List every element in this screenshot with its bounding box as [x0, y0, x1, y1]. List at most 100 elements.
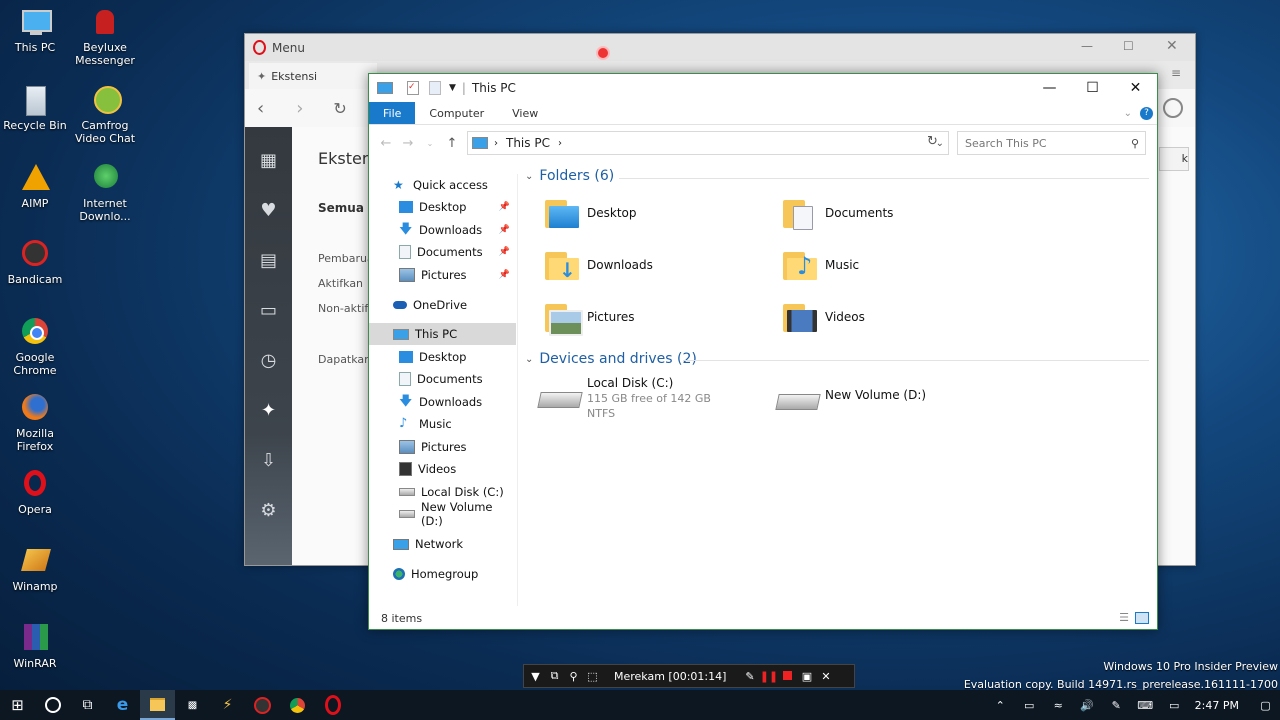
stop-icon[interactable] [778, 670, 797, 683]
desktop-icon-beyluxe[interactable]: Beyluxe Messenger [70, 6, 140, 67]
opera-tab-menu-icon[interactable]: ≡ [1171, 66, 1181, 80]
pin-icon[interactable]: 📌 [499, 270, 510, 280]
desktop-icon-this-pc[interactable]: This PC [0, 6, 70, 54]
folders-group-header[interactable]: ⌄ Folders (6) [525, 168, 614, 184]
pencil-icon[interactable]: ✎ [740, 670, 759, 683]
opera-filter-updates[interactable]: Pembarua [318, 252, 374, 265]
downloads-icon[interactable]: ⇩ [245, 435, 292, 485]
pause-icon[interactable]: ❚❚ [759, 670, 778, 683]
folder-music[interactable]: ♪ Music [783, 248, 859, 282]
pin-icon[interactable]: 📌 [499, 247, 510, 257]
nav-pc-downloads[interactable]: 🡇 Downloads [369, 391, 516, 413]
opera-maximize-button[interactable]: ☐ [1123, 39, 1134, 53]
devices-icon[interactable]: ▭ [245, 285, 292, 335]
desktop-icon-winamp[interactable]: Winamp [0, 545, 70, 593]
cortana-search-icon[interactable] [35, 690, 70, 720]
pen-workspace-icon[interactable]: ✎ [1102, 699, 1131, 712]
history-icon[interactable]: ◷ [245, 335, 292, 385]
nav-qa-pictures[interactable]: Pictures 📌 [369, 264, 516, 286]
collapse-chevron-icon[interactable]: ⌄ [525, 171, 533, 182]
nav-qa-downloads[interactable]: 🡇 Downloads 📌 [369, 219, 516, 241]
opera-close-button[interactable]: ✕ [1166, 38, 1178, 54]
folder-desktop[interactable]: Desktop [545, 196, 637, 230]
details-view-icon[interactable]: ☰ [1119, 611, 1129, 624]
new-folder-quick-icon[interactable] [429, 81, 441, 95]
back-arrow-icon[interactable]: ← [375, 136, 397, 151]
folder-downloads[interactable]: ↓ Downloads [545, 248, 653, 282]
drive-new-volume-d[interactable]: New Volume (D:) [775, 388, 926, 412]
opera-filter-enabled[interactable]: Aktifkan [318, 277, 363, 290]
forward-arrow-icon[interactable]: → [397, 136, 419, 151]
clock-time[interactable]: 2:47 PM [1195, 699, 1239, 712]
news-icon[interactable]: ▤ [245, 235, 292, 285]
recorder-region-icon[interactable]: ⬚ [583, 670, 602, 683]
wifi-icon[interactable]: ≈ [1044, 699, 1073, 712]
nav-qa-documents[interactable]: Documents 📌 [369, 241, 516, 263]
file-explorer-taskbar-icon[interactable] [140, 690, 175, 720]
nav-pc-pictures[interactable]: Pictures [369, 436, 516, 458]
opera-filter-disabled[interactable]: Non-aktif [318, 302, 368, 315]
account-icon[interactable] [1163, 98, 1183, 118]
opera-minimize-button[interactable]: — [1081, 39, 1093, 53]
desktop-icon-bandicam[interactable]: Bandicam [0, 238, 70, 286]
drives-group-header[interactable]: ⌄ Devices and drives (2) [525, 351, 697, 367]
pin-icon[interactable]: 📌 [499, 225, 510, 235]
maximize-button[interactable]: ☐ [1071, 74, 1114, 102]
desktop-icon-opera[interactable]: Opera [0, 468, 70, 516]
reload-icon[interactable]: ↻ [333, 99, 346, 118]
recent-locations-icon[interactable]: ⌄ [419, 139, 441, 148]
nav-pc-documents[interactable]: Documents [369, 368, 516, 390]
bandicam-taskbar-icon[interactable] [245, 690, 280, 720]
opera-side-button[interactable]: k [1159, 147, 1189, 171]
pin-icon[interactable]: 📌 [499, 202, 510, 212]
nav-quick-access[interactable]: ★ Quick access [369, 174, 516, 196]
opera-taskbar-icon[interactable] [315, 690, 350, 720]
edge-icon[interactable]: e [105, 690, 140, 720]
desktop-icon-camfrog[interactable]: Camfrog Video Chat [70, 84, 140, 145]
desktop-icon-firefox[interactable]: Mozilla Firefox [0, 392, 70, 453]
quick-access-dropdown-icon[interactable]: ▼ [449, 83, 456, 93]
tab-computer[interactable]: Computer [415, 102, 498, 124]
recorder-window-icon[interactable]: ⧉ [545, 669, 564, 683]
heart-icon[interactable]: ♥ [245, 185, 292, 235]
nav-this-pc[interactable]: This PC [369, 323, 516, 345]
folder-documents[interactable]: Documents [783, 196, 893, 230]
help-icon[interactable]: ? [1140, 106, 1153, 120]
back-icon[interactable]: ‹ [257, 98, 264, 119]
camera-icon[interactable]: ▣ [797, 670, 816, 683]
command-prompt-icon[interactable]: ▩ [175, 690, 210, 720]
recorder-menu-icon[interactable]: ▼ [526, 670, 545, 683]
large-icons-view-icon[interactable] [1135, 612, 1149, 624]
show-hidden-icons-icon[interactable]: ⌃ [986, 699, 1015, 712]
nav-pc-music[interactable]: ♪ Music [369, 413, 516, 435]
keyboard-icon[interactable]: ⌨ [1131, 699, 1160, 712]
chrome-taskbar-icon[interactable] [280, 690, 315, 720]
nav-pc-videos[interactable]: Videos [369, 458, 516, 480]
breadcrumb-chevron-icon[interactable]: › [494, 138, 498, 149]
nav-onedrive[interactable]: OneDrive [369, 294, 516, 316]
tab-view[interactable]: View [498, 102, 552, 124]
opera-tab-extensions[interactable]: ✦ Ekstensi [249, 63, 377, 89]
nav-pc-new-volume[interactable]: New Volume (D:) [369, 500, 516, 528]
properties-quick-icon[interactable]: ✓ [407, 81, 419, 95]
breadcrumb-chevron-icon[interactable]: › [558, 138, 562, 149]
minimize-button[interactable]: — [1028, 74, 1071, 102]
desktop-icon-idm[interactable]: Internet Downlo... [70, 162, 140, 223]
forward-icon[interactable]: › [296, 98, 303, 119]
opera-get-more-link[interactable]: Dapatkan [318, 353, 371, 366]
speed-dial-icon[interactable]: ▦ [245, 135, 292, 185]
close-button[interactable]: ✕ [1114, 74, 1157, 102]
folder-pictures[interactable]: Pictures [545, 300, 635, 336]
ribbon-expand-icon[interactable]: ⌄ [1124, 108, 1132, 119]
settings-icon[interactable]: ⚙ [245, 485, 292, 535]
desktop-icon-aimp[interactable]: AIMP [0, 162, 70, 210]
notification-message-icon[interactable]: ▭ [1160, 699, 1189, 712]
refresh-icon[interactable]: ↻ [927, 134, 938, 149]
volume-icon[interactable]: 🔊 [1073, 699, 1102, 712]
nav-network[interactable]: Network [369, 533, 516, 555]
folder-videos[interactable]: Videos [783, 300, 865, 334]
nav-pc-desktop[interactable]: Desktop [369, 346, 516, 368]
action-center-icon[interactable]: ▢ [1251, 699, 1280, 712]
address-bar[interactable]: › This PC › ⌄ [467, 131, 949, 155]
desktop-icon-recycle-bin[interactable]: Recycle Bin [0, 84, 70, 132]
